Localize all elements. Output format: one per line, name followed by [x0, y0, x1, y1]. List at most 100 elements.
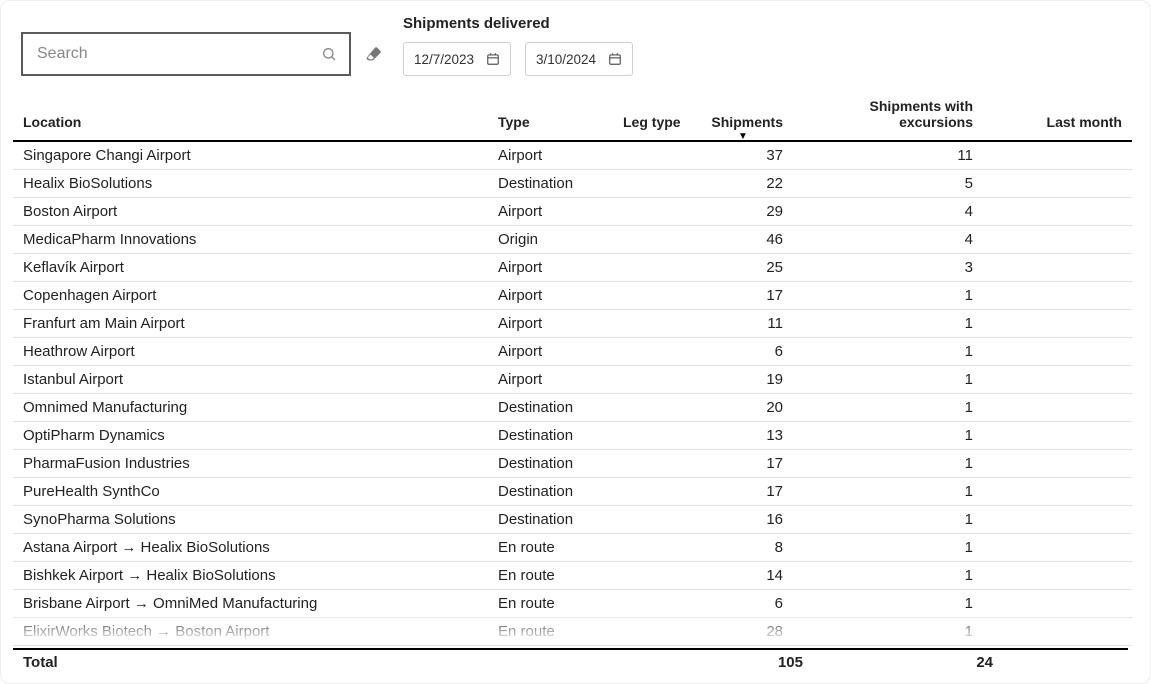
- totals-bar: Total 105 24: [13, 648, 1128, 671]
- col-shipments-label: Shipments: [711, 114, 783, 130]
- cell-shipments: 6: [693, 590, 793, 618]
- cell-shipments: 29: [693, 198, 793, 226]
- cell-shipments: 17: [693, 478, 793, 506]
- cell-last_month: [983, 366, 1132, 394]
- cell-last_month: [983, 590, 1132, 618]
- cell-last_month: [983, 282, 1132, 310]
- table-row[interactable]: Healix BioSolutionsDestination225: [13, 170, 1132, 198]
- cell-last_month: [983, 422, 1132, 450]
- cell-type: Airport: [488, 141, 613, 170]
- date-from-value: 12/7/2023: [414, 52, 474, 67]
- table-row[interactable]: SynoPharma SolutionsDestination161: [13, 506, 1132, 534]
- cell-location: PharmaFusion Industries: [13, 450, 488, 478]
- cell-excursions: 4: [793, 226, 983, 254]
- calendar-icon: [608, 52, 622, 66]
- cell-shipments: 8: [693, 534, 793, 562]
- cell-leg_type: [613, 506, 693, 534]
- cell-location: Healix BioSolutions: [13, 170, 488, 198]
- cell-type: Destination: [488, 170, 613, 198]
- table-row[interactable]: Omnimed ManufacturingDestination201: [13, 394, 1132, 422]
- date-to-value: 3/10/2024: [536, 52, 596, 67]
- cell-type: Origin: [488, 226, 613, 254]
- cell-last_month: [983, 562, 1132, 590]
- cell-last_month: [983, 534, 1132, 562]
- cell-location: Keflavík Airport: [13, 254, 488, 282]
- cell-leg_type: [613, 534, 693, 562]
- calendar-icon: [486, 52, 500, 66]
- cell-last_month: [983, 618, 1132, 646]
- search-input[interactable]: [35, 44, 313, 64]
- table-row[interactable]: Boston AirportAirport294: [13, 198, 1132, 226]
- table-row[interactable]: ElixirWorks Biotech → Boston AirportEn r…: [13, 618, 1132, 646]
- cell-shipments: 17: [693, 450, 793, 478]
- table-row[interactable]: Keflavík AirportAirport253: [13, 254, 1132, 282]
- table-row[interactable]: MedicaPharm InnovationsOrigin464: [13, 226, 1132, 254]
- eraser-icon: [365, 45, 383, 63]
- cell-location: MedicaPharm Innovations: [13, 226, 488, 254]
- search-icon: [321, 46, 337, 62]
- col-type[interactable]: Type: [488, 90, 613, 141]
- cell-leg_type: [613, 338, 693, 366]
- table-row[interactable]: Singapore Changi AirportAirport3711: [13, 141, 1132, 170]
- cell-last_month: [983, 478, 1132, 506]
- cell-type: Airport: [488, 254, 613, 282]
- table-row[interactable]: Heathrow AirportAirport61: [13, 338, 1132, 366]
- totals-excursions: 24: [803, 654, 993, 671]
- cell-type: Destination: [488, 506, 613, 534]
- cell-location: ElixirWorks Biotech → Boston Airport: [13, 618, 488, 646]
- cell-leg_type: [613, 366, 693, 394]
- table-row[interactable]: PureHealth SynthCoDestination171: [13, 478, 1132, 506]
- table-row[interactable]: Istanbul AirportAirport191: [13, 366, 1132, 394]
- table-row[interactable]: PharmaFusion IndustriesDestination171: [13, 450, 1132, 478]
- cell-excursions: 1: [793, 310, 983, 338]
- date-from-picker[interactable]: 12/7/2023: [403, 42, 511, 76]
- cell-last_month: [983, 141, 1132, 170]
- cell-last_month: [983, 254, 1132, 282]
- table-row[interactable]: Franfurt am Main AirportAirport111: [13, 310, 1132, 338]
- cell-excursions: 1: [793, 422, 983, 450]
- cell-leg_type: [613, 141, 693, 170]
- cell-excursions: 3: [793, 254, 983, 282]
- cell-type: Destination: [488, 478, 613, 506]
- table-row[interactable]: OptiPharm DynamicsDestination131: [13, 422, 1132, 450]
- cell-excursions: 1: [793, 282, 983, 310]
- table-row[interactable]: Astana Airport → Healix BioSolutionsEn r…: [13, 534, 1132, 562]
- cell-type: Destination: [488, 394, 613, 422]
- cell-shipments: 22: [693, 170, 793, 198]
- col-location[interactable]: Location: [13, 90, 488, 141]
- cell-last_month: [983, 450, 1132, 478]
- cell-location: Singapore Changi Airport: [13, 141, 488, 170]
- table-row[interactable]: Copenhagen AirportAirport171: [13, 282, 1132, 310]
- scroll-region[interactable]: Shipments delivered 12/7/2023 3/10/2024: [13, 7, 1138, 671]
- date-to-picker[interactable]: 3/10/2024: [525, 42, 633, 76]
- table-row[interactable]: Brisbane Airport → OmniMed Manufacturing…: [13, 590, 1132, 618]
- cell-type: Airport: [488, 198, 613, 226]
- cell-leg_type: [613, 618, 693, 646]
- cell-type: Airport: [488, 366, 613, 394]
- cell-excursions: 1: [793, 394, 983, 422]
- widget-card: Shipments delivered 12/7/2023 3/10/2024: [0, 0, 1151, 684]
- cell-last_month: [983, 394, 1132, 422]
- cell-leg_type: [613, 450, 693, 478]
- search-box[interactable]: [21, 32, 351, 76]
- cell-leg_type: [613, 170, 693, 198]
- cell-excursions: 4: [793, 198, 983, 226]
- cell-location: Brisbane Airport → OmniMed Manufacturing: [13, 590, 488, 618]
- cell-excursions: 1: [793, 618, 983, 646]
- col-excursions[interactable]: Shipments with excursions: [793, 90, 983, 141]
- cell-shipments: 6: [693, 338, 793, 366]
- cell-leg_type: [613, 198, 693, 226]
- cell-location: Heathrow Airport: [13, 338, 488, 366]
- cell-last_month: [983, 310, 1132, 338]
- table-row[interactable]: Bishkek Airport → Healix BioSolutionsEn …: [13, 562, 1132, 590]
- col-leg-type[interactable]: Leg type: [613, 90, 693, 141]
- cell-location: Bishkek Airport → Healix BioSolutions: [13, 562, 488, 590]
- cell-leg_type: [613, 226, 693, 254]
- col-last-month[interactable]: Last month: [983, 90, 1132, 141]
- cell-shipments: 17: [693, 282, 793, 310]
- cell-last_month: [983, 338, 1132, 366]
- cell-excursions: 1: [793, 478, 983, 506]
- cell-leg_type: [613, 422, 693, 450]
- col-shipments[interactable]: Shipments ▼: [693, 90, 793, 141]
- clear-button[interactable]: [363, 43, 385, 65]
